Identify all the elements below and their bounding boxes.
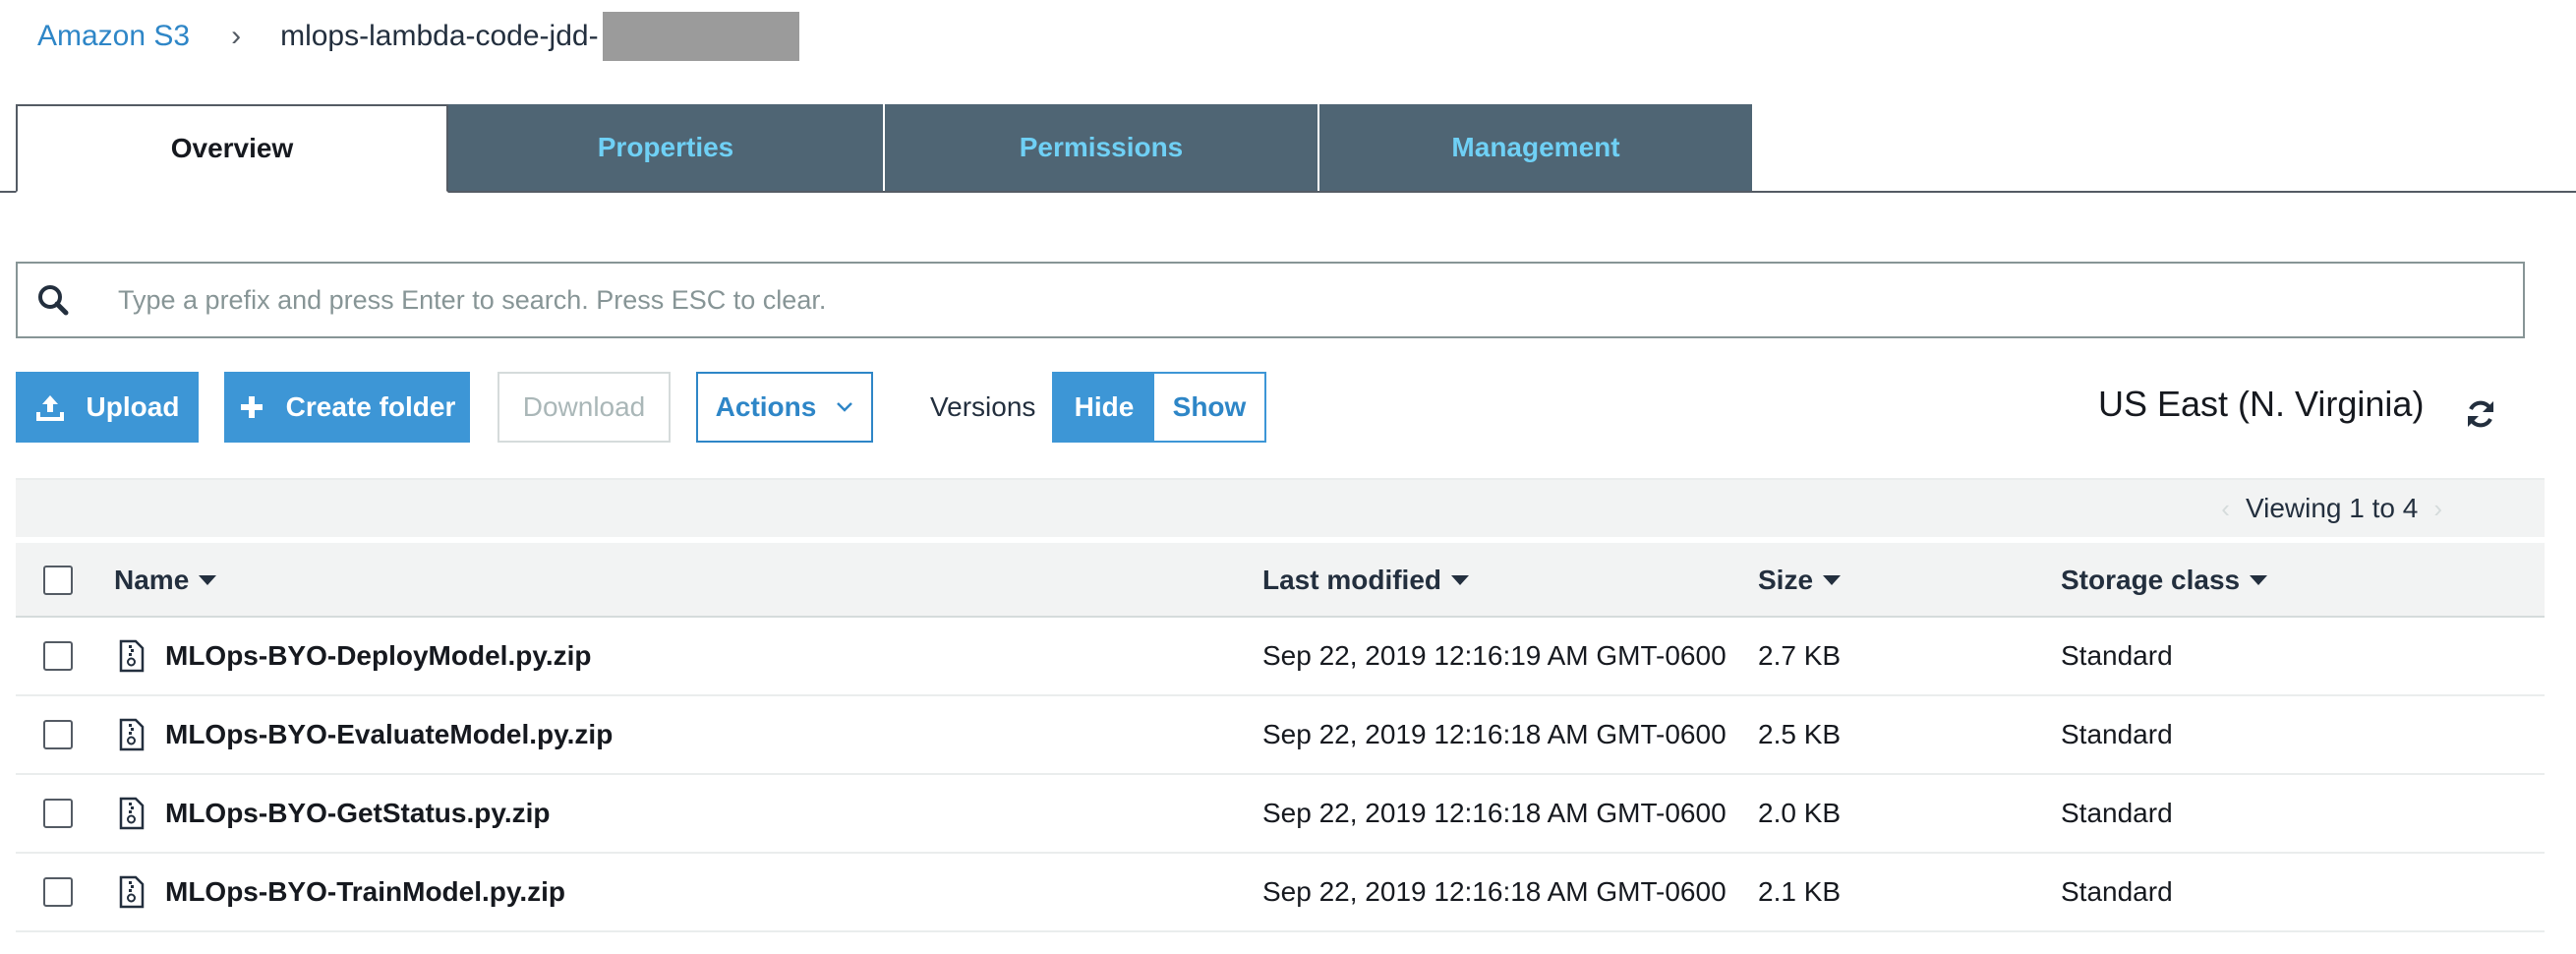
- file-name-link[interactable]: MLOps-BYO-DeployModel.py.zip: [118, 618, 591, 694]
- versions-hide-button[interactable]: Hide: [1054, 374, 1154, 441]
- redacted-block: [602, 12, 799, 61]
- search-box: [16, 262, 2525, 338]
- column-header-storage-class-label: Storage class: [2061, 565, 2241, 595]
- tab-management[interactable]: Management: [1319, 104, 1752, 191]
- viewing-range: Viewing 1 to 4: [2245, 493, 2419, 523]
- actions-label: Actions: [715, 391, 817, 422]
- zip-file-icon: [118, 875, 146, 909]
- file-name: MLOps-BYO-DeployModel.py.zip: [165, 640, 592, 671]
- size-cell: 2.5 KB: [1758, 719, 1842, 749]
- tab-bar: Overview Properties Permissions Manageme…: [0, 104, 2576, 193]
- sort-caret-icon: [2250, 575, 2268, 585]
- previous-page-icon[interactable]: ‹: [2221, 494, 2230, 524]
- s3-console: Amazon S3 › mlops-lambda-code-jdd- Overv…: [0, 0, 2576, 954]
- file-name-link[interactable]: MLOps-BYO-GetStatus.py.zip: [118, 775, 551, 852]
- breadcrumb: Amazon S3 › mlops-lambda-code-jdd-: [37, 12, 799, 61]
- row-checkbox[interactable]: [43, 720, 73, 749]
- column-header-name-label: Name: [114, 565, 190, 595]
- zip-file-icon: [118, 718, 146, 751]
- upload-icon: [35, 392, 65, 422]
- sort-caret-icon: [1451, 575, 1470, 585]
- select-all-cell: [43, 543, 73, 618]
- chevron-down-icon: [836, 401, 853, 413]
- row-select-cell: [43, 775, 73, 852]
- region-label: US East (N. Virginia): [2098, 384, 2425, 424]
- size-cell: 2.0 KB: [1758, 798, 1842, 828]
- versions-toggle: Hide Show: [1052, 372, 1266, 443]
- last-modified-cell: Sep 22, 2019 12:16:18 AM GMT-0600: [1262, 798, 1727, 828]
- table-row: MLOps-BYO-GetStatus.py.zip Sep 22, 2019 …: [16, 775, 2545, 854]
- column-header-storage-class[interactable]: Storage class: [2061, 543, 2268, 618]
- zip-file-icon: [118, 639, 146, 673]
- sort-caret-icon: [199, 575, 217, 585]
- size-cell: 2.1 KB: [1758, 876, 1842, 907]
- versions-show-button[interactable]: Show: [1154, 374, 1264, 441]
- table-row: MLOps-BYO-EvaluateModel.py.zip Sep 22, 2…: [16, 696, 2545, 775]
- zip-file-icon: [118, 797, 146, 830]
- tab-properties[interactable]: Properties: [448, 104, 883, 191]
- tab-overview[interactable]: Overview: [16, 104, 448, 193]
- column-header-name[interactable]: Name: [114, 543, 217, 618]
- download-button[interactable]: Download: [498, 372, 671, 443]
- actions-dropdown[interactable]: Actions: [696, 372, 873, 443]
- sort-caret-icon: [1823, 575, 1842, 585]
- breadcrumb-amazon-s3-link[interactable]: Amazon S3: [37, 20, 190, 53]
- row-select-cell: [43, 696, 73, 773]
- refresh-icon[interactable]: [2464, 397, 2497, 436]
- last-modified-cell: Sep 22, 2019 12:16:18 AM GMT-0600: [1262, 876, 1727, 907]
- table-row: MLOps-BYO-DeployModel.py.zip Sep 22, 201…: [16, 618, 2545, 696]
- column-header-size-label: Size: [1758, 565, 1814, 595]
- select-all-checkbox[interactable]: [43, 566, 73, 595]
- row-checkbox[interactable]: [43, 877, 73, 907]
- pagination-bar: ‹ Viewing 1 to 4 ›: [16, 478, 2545, 537]
- file-name: MLOps-BYO-EvaluateModel.py.zip: [165, 719, 614, 749]
- upload-button[interactable]: Upload: [16, 372, 199, 443]
- tab-permissions[interactable]: Permissions: [885, 104, 1317, 191]
- versions-label: Versions: [930, 391, 1036, 422]
- storage-class-cell: Standard: [2061, 798, 2173, 828]
- column-header-size[interactable]: Size: [1758, 543, 1842, 618]
- table-header: Name Last modified Size Storage class: [16, 543, 2545, 618]
- row-checkbox[interactable]: [43, 799, 73, 828]
- file-name-link[interactable]: MLOps-BYO-TrainModel.py.zip: [118, 854, 565, 930]
- last-modified-cell: Sep 22, 2019 12:16:19 AM GMT-0600: [1262, 640, 1727, 671]
- storage-class-cell: Standard: [2061, 640, 2173, 671]
- column-header-last-modified-label: Last modified: [1262, 565, 1442, 595]
- size-cell: 2.7 KB: [1758, 640, 1842, 671]
- upload-label: Upload: [86, 391, 180, 422]
- search-input[interactable]: [88, 264, 2523, 336]
- column-header-last-modified[interactable]: Last modified: [1262, 543, 1470, 618]
- last-modified-cell: Sep 22, 2019 12:16:18 AM GMT-0600: [1262, 719, 1727, 749]
- breadcrumb-bucket-name: mlops-lambda-code-jdd-: [280, 20, 599, 52]
- storage-class-cell: Standard: [2061, 719, 2173, 749]
- row-checkbox[interactable]: [43, 641, 73, 671]
- table-row: MLOps-BYO-TrainModel.py.zip Sep 22, 2019…: [16, 854, 2545, 932]
- create-folder-button[interactable]: Create folder: [224, 372, 470, 443]
- next-page-icon[interactable]: ›: [2433, 494, 2442, 524]
- row-select-cell: [43, 618, 73, 694]
- storage-class-cell: Standard: [2061, 876, 2173, 907]
- breadcrumb-separator: ›: [231, 20, 242, 52]
- row-select-cell: [43, 854, 73, 930]
- file-name: MLOps-BYO-TrainModel.py.zip: [165, 876, 566, 907]
- file-name-link[interactable]: MLOps-BYO-EvaluateModel.py.zip: [118, 696, 613, 773]
- plus-icon: [239, 394, 264, 420]
- search-icon: [18, 283, 88, 317]
- create-folder-label: Create folder: [285, 391, 456, 422]
- file-name: MLOps-BYO-GetStatus.py.zip: [165, 798, 551, 828]
